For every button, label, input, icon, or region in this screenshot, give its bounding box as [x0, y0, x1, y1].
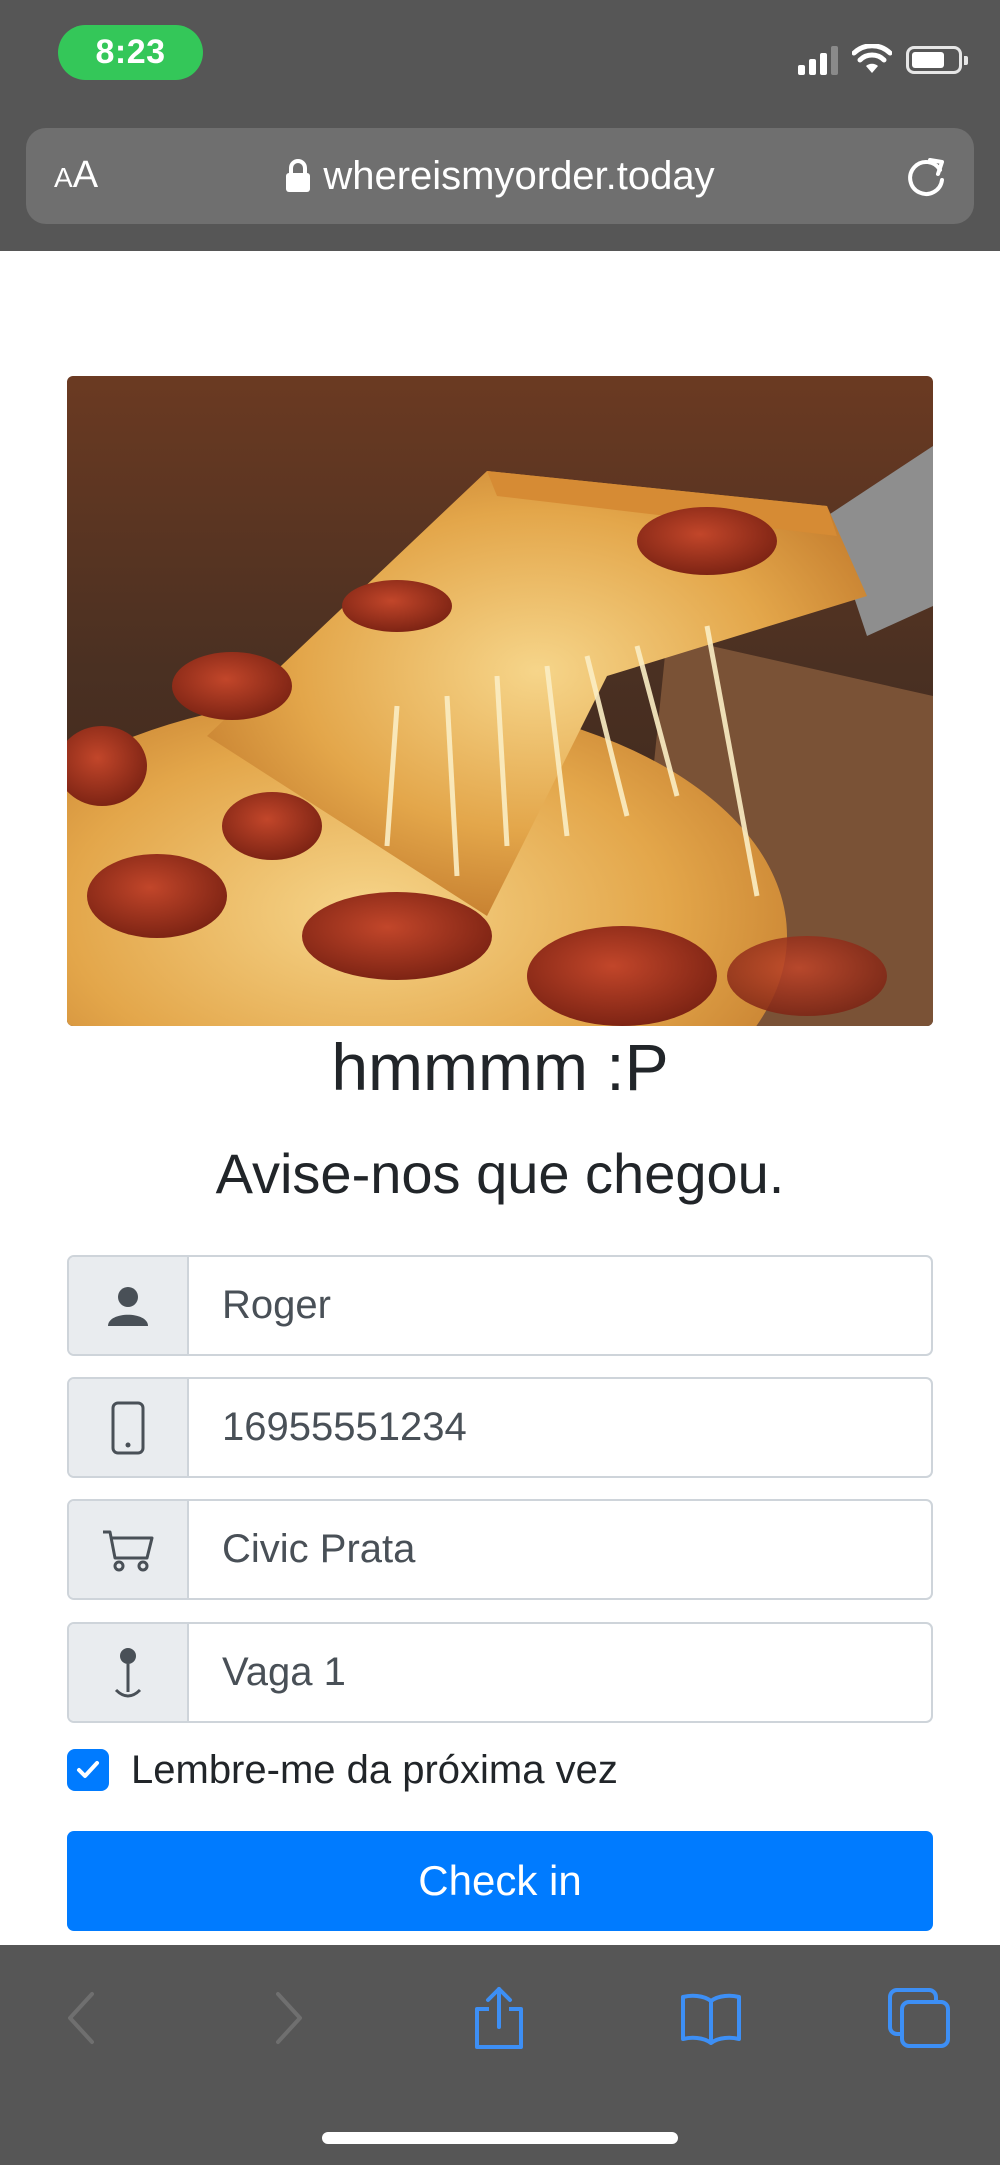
lock-icon [286, 159, 311, 192]
pizza-hero-image [67, 376, 933, 1026]
url-display[interactable]: whereismyorder.today [26, 128, 974, 224]
reload-icon[interactable] [900, 150, 952, 202]
browser-top-bar: 8:23 AA whereismyorder.today [0, 0, 1000, 251]
back-button[interactable] [47, 1983, 117, 2053]
page-content: hmmmm :P Avise-nos que chegou. Roger 169… [0, 251, 1000, 1945]
remember-me-checkbox[interactable] [67, 1749, 109, 1791]
share-icon [475, 1987, 523, 2049]
spot-field-addon [69, 1624, 189, 1721]
cellular-signal-icon [798, 45, 838, 75]
mobile-phone-icon [111, 1401, 145, 1454]
phone-input[interactable] [189, 1379, 931, 1476]
name-input[interactable] [189, 1257, 931, 1354]
forward-icon [276, 1992, 302, 2044]
browser-bottom-toolbar [0, 1945, 1000, 2165]
status-time: 8:23 [58, 25, 203, 80]
checkmark-icon [77, 1761, 99, 1778]
bookmarks-icon [681, 1993, 741, 2045]
status-icons [798, 40, 968, 80]
phone-field-addon [69, 1379, 189, 1476]
forward-button[interactable] [253, 1983, 323, 2053]
page-headline: hmmmm :P [331, 1030, 669, 1104]
url-text: whereismyorder.today [323, 153, 715, 198]
vehicle-field-group [67, 1499, 933, 1600]
back-icon [68, 1992, 94, 2044]
battery-icon [906, 46, 968, 74]
wifi-icon [852, 44, 892, 73]
map-pin-icon [114, 1647, 142, 1697]
vehicle-field-addon [69, 1501, 189, 1598]
remember-me-row: Lembre-me da próxima vez [67, 1748, 618, 1792]
home-indicator [322, 2132, 678, 2144]
vehicle-input[interactable] [189, 1501, 931, 1598]
bookmarks-button[interactable] [676, 1983, 746, 2053]
remember-me-label[interactable]: Lembre-me da próxima vez [131, 1748, 618, 1793]
name-field-group [67, 1255, 933, 1356]
cart-icon [103, 1530, 154, 1571]
page-subtitle: Avise-nos que chegou. [215, 1142, 785, 1205]
spot-input[interactable] [189, 1624, 931, 1721]
tabs-icon [888, 1988, 950, 2048]
phone-field-group [67, 1377, 933, 1478]
address-bar[interactable]: AA whereismyorder.today [26, 128, 974, 224]
name-field-addon [69, 1257, 189, 1354]
person-icon [108, 1286, 148, 1326]
spot-field-group [67, 1622, 933, 1723]
tabs-button[interactable] [884, 1983, 954, 2053]
check-in-button[interactable]: Check in [67, 1831, 933, 1931]
share-button[interactable] [464, 1983, 534, 2053]
